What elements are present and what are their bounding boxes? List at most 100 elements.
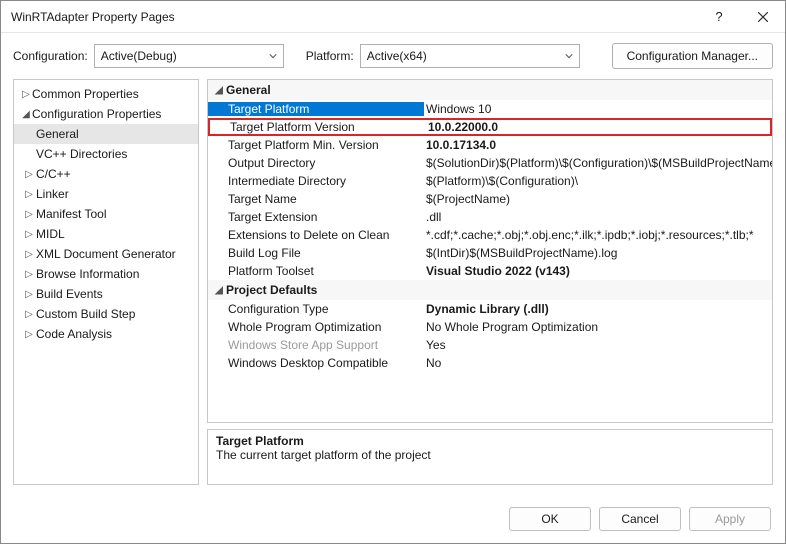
tree-item-label: MIDL xyxy=(36,227,65,241)
property-name: Intermediate Directory xyxy=(208,174,424,188)
property-name: Target Platform xyxy=(208,102,424,116)
tree-item[interactable]: ▷Build Events xyxy=(14,284,198,304)
category-tree[interactable]: ▷Common Properties◢Configuration Propert… xyxy=(13,79,199,485)
window-title: WinRTAdapter Property Pages xyxy=(11,10,697,24)
expander-closed-icon: ▷ xyxy=(22,229,36,240)
tree-item[interactable]: ▷Code Analysis xyxy=(14,324,198,344)
tree-item[interactable]: ▷Custom Build Step xyxy=(14,304,198,324)
section-header[interactable]: ◢General xyxy=(208,80,772,100)
tree-item-label: Manifest Tool xyxy=(36,207,106,221)
expander-closed-icon: ▷ xyxy=(22,249,36,260)
property-row[interactable]: Build Log File$(IntDir)$(MSBuildProjectN… xyxy=(208,244,772,262)
tree-item[interactable]: VC++ Directories xyxy=(14,144,198,164)
tree-item-label: General xyxy=(36,127,79,141)
tree-item[interactable]: ▷XML Document Generator xyxy=(14,244,198,264)
property-row[interactable]: Intermediate Directory$(Platform)\$(Conf… xyxy=(208,172,772,190)
description-text: The current target platform of the proje… xyxy=(216,448,764,462)
expander-closed-icon: ▷ xyxy=(22,309,36,320)
chevron-down-icon xyxy=(269,52,277,60)
tree-item-label: Code Analysis xyxy=(36,327,112,341)
property-name: Build Log File xyxy=(208,246,424,260)
property-value[interactable]: $(ProjectName) xyxy=(424,192,772,206)
property-grid[interactable]: ◢GeneralTarget PlatformWindows 10Target … xyxy=(207,79,773,423)
property-row[interactable]: Windows Store App SupportYes xyxy=(208,336,772,354)
property-row[interactable]: Platform ToolsetVisual Studio 2022 (v143… xyxy=(208,262,772,280)
property-value[interactable]: Dynamic Library (.dll) xyxy=(424,302,772,316)
property-name: Configuration Type xyxy=(208,302,424,316)
property-row[interactable]: Configuration TypeDynamic Library (.dll) xyxy=(208,300,772,318)
property-pages-window: WinRTAdapter Property Pages ? Configurat… xyxy=(0,0,786,544)
property-name: Whole Program Optimization xyxy=(208,320,424,334)
property-row[interactable]: Target PlatformWindows 10 xyxy=(208,100,772,118)
tree-item[interactable]: ▷Common Properties xyxy=(14,84,198,104)
expander-closed-icon: ▷ xyxy=(22,189,36,200)
chevron-down-icon xyxy=(565,52,573,60)
property-name: Target Platform Version xyxy=(210,120,426,134)
tree-item[interactable]: ▷C/C++ xyxy=(14,164,198,184)
property-name: Target Name xyxy=(208,192,424,206)
tree-item[interactable]: ▷Browse Information xyxy=(14,264,198,284)
tree-item-label: Custom Build Step xyxy=(36,307,135,321)
apply-label: Apply xyxy=(715,512,745,526)
property-row[interactable]: Windows Desktop CompatibleNo xyxy=(208,354,772,372)
tree-item-label: Browse Information xyxy=(36,267,139,281)
expander-open-icon: ◢ xyxy=(212,85,226,96)
apply-button[interactable]: Apply xyxy=(689,507,771,531)
expander-open-icon: ◢ xyxy=(212,285,226,296)
help-button[interactable]: ? xyxy=(697,2,741,32)
property-value[interactable]: *.cdf;*.cache;*.obj;*.obj.enc;*.ilk;*.ip… xyxy=(424,228,772,242)
section-title: General xyxy=(226,83,271,97)
property-name: Extensions to Delete on Clean xyxy=(208,228,424,242)
property-value[interactable]: $(Platform)\$(Configuration)\ xyxy=(424,174,772,188)
property-value[interactable]: 10.0.22000.0 xyxy=(426,120,770,134)
tree-item-label: XML Document Generator xyxy=(36,247,176,261)
property-value[interactable]: Windows 10 xyxy=(424,102,772,116)
tree-item[interactable]: ◢Configuration Properties xyxy=(14,104,198,124)
configuration-select[interactable]: Active(Debug) xyxy=(94,44,284,68)
property-row[interactable]: Whole Program OptimizationNo Whole Progr… xyxy=(208,318,772,336)
expander-closed-icon: ▷ xyxy=(20,89,32,100)
titlebar: WinRTAdapter Property Pages ? xyxy=(1,1,785,33)
expander-closed-icon: ▷ xyxy=(22,329,36,340)
tree-item[interactable]: General xyxy=(14,124,198,144)
ok-button[interactable]: OK xyxy=(509,507,591,531)
property-name: Windows Store App Support xyxy=(208,338,424,352)
platform-label: Platform: xyxy=(306,49,354,63)
property-row[interactable]: Extensions to Delete on Clean*.cdf;*.cac… xyxy=(208,226,772,244)
tree-item[interactable]: ▷Linker xyxy=(14,184,198,204)
property-row[interactable]: Target Platform Version10.0.22000.0 xyxy=(208,118,772,136)
tree-item-label: Configuration Properties xyxy=(32,107,161,121)
section-header[interactable]: ◢Project Defaults xyxy=(208,280,772,300)
tree-item-label: Common Properties xyxy=(32,87,139,101)
property-value[interactable]: Visual Studio 2022 (v143) xyxy=(424,264,772,278)
property-name: Target Platform Min. Version xyxy=(208,138,424,152)
property-value[interactable]: No xyxy=(424,356,772,370)
description-panel: Target Platform The current target platf… xyxy=(207,429,773,485)
tree-item[interactable]: ▷MIDL xyxy=(14,224,198,244)
property-value[interactable]: $(SolutionDir)$(Platform)\$(Configuratio… xyxy=(424,156,772,170)
tree-item[interactable]: ▷Manifest Tool xyxy=(14,204,198,224)
close-icon xyxy=(758,12,768,22)
ok-label: OK xyxy=(541,512,558,526)
property-value[interactable]: 10.0.17134.0 xyxy=(424,138,772,152)
property-name: Target Extension xyxy=(208,210,424,224)
close-button[interactable] xyxy=(741,2,785,32)
property-value[interactable]: No Whole Program Optimization xyxy=(424,320,772,334)
property-row[interactable]: Target Name$(ProjectName) xyxy=(208,190,772,208)
cancel-button[interactable]: Cancel xyxy=(599,507,681,531)
expander-closed-icon: ▷ xyxy=(22,169,36,180)
tree-item-label: Linker xyxy=(36,187,69,201)
platform-select[interactable]: Active(x64) xyxy=(360,44,580,68)
property-row[interactable]: Output Directory$(SolutionDir)$(Platform… xyxy=(208,154,772,172)
property-value[interactable]: Yes xyxy=(424,338,772,352)
property-value[interactable]: $(IntDir)$(MSBuildProjectName).log xyxy=(424,246,772,260)
expander-closed-icon: ▷ xyxy=(22,289,36,300)
property-value[interactable]: .dll xyxy=(424,210,772,224)
tree-item-label: Build Events xyxy=(36,287,103,301)
property-row[interactable]: Target Extension.dll xyxy=(208,208,772,226)
property-row[interactable]: Target Platform Min. Version10.0.17134.0 xyxy=(208,136,772,154)
expander-closed-icon: ▷ xyxy=(22,209,36,220)
configuration-manager-label: Configuration Manager... xyxy=(627,49,758,63)
configuration-manager-button[interactable]: Configuration Manager... xyxy=(612,43,773,69)
description-title: Target Platform xyxy=(216,434,764,448)
